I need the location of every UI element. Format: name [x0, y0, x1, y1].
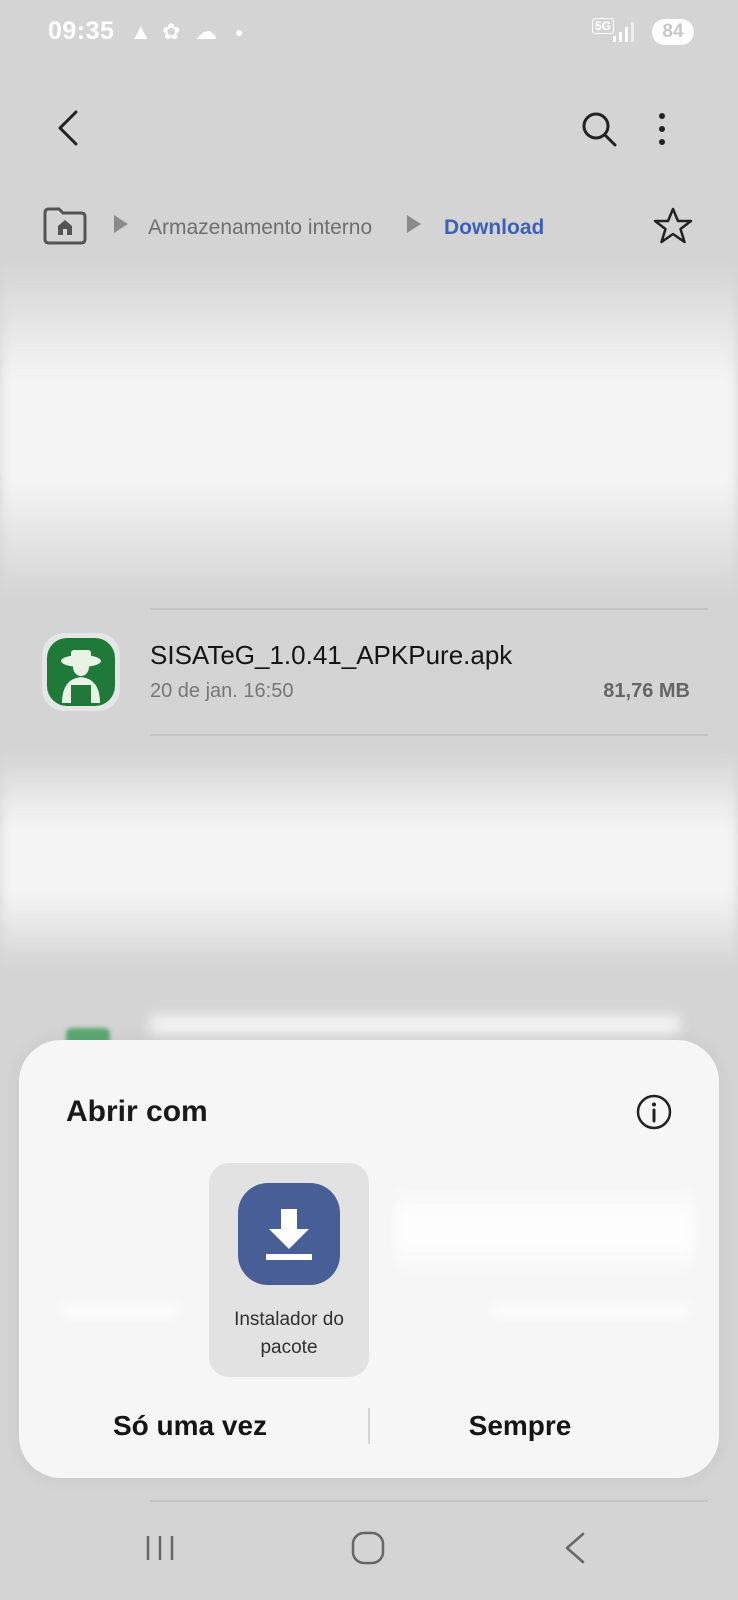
warning-icon: ▲	[130, 19, 152, 44]
back-button[interactable]	[44, 100, 92, 156]
file-icon-frame	[42, 633, 120, 711]
dot-icon: ●	[235, 24, 244, 40]
cloud-icon: ☁	[195, 19, 217, 44]
blurred-file-item	[0, 750, 738, 970]
file-date: 20 de jan. 16:50	[150, 680, 294, 702]
navigation-bar	[0, 1500, 738, 1600]
home-nav-icon	[351, 1531, 385, 1565]
breadcrumb-arrow-icon	[114, 215, 128, 233]
farmer-app-icon	[47, 638, 115, 706]
blurred-file-name	[150, 1010, 680, 1040]
always-button[interactable]: Sempre	[370, 1410, 670, 1442]
just-once-button[interactable]: Só uma vez	[40, 1410, 340, 1442]
recents-icon	[146, 1536, 174, 1560]
app-option-label: Instalador do pacote	[234, 1309, 344, 1358]
package-installer-icon	[238, 1183, 340, 1285]
download-icon	[266, 1209, 312, 1260]
search-icon	[582, 112, 617, 147]
status-bar: 09:35 ▲ ✿ ☁ ● 5G 84	[0, 0, 738, 66]
blurred-app-label	[60, 1300, 180, 1320]
breadcrumb-download[interactable]: Download	[444, 216, 544, 240]
home-nav-button[interactable]	[338, 1520, 398, 1576]
divider	[150, 734, 708, 736]
home-folder-icon	[43, 207, 87, 245]
file-size: 81,76 MB	[603, 680, 690, 702]
more-vert-icon	[659, 113, 665, 145]
star-icon	[653, 207, 693, 244]
search-button[interactable]	[574, 104, 624, 154]
divider	[150, 608, 708, 610]
network-badge: 5G	[592, 18, 615, 34]
breadcrumb-arrow-icon	[407, 215, 421, 233]
blurred-app-label	[490, 1300, 690, 1320]
battery-indicator: 84	[652, 19, 694, 45]
breadcrumb-internal-storage[interactable]: Armazenamento interno	[148, 216, 372, 240]
home-button[interactable]	[40, 205, 90, 245]
info-button[interactable]	[632, 1090, 676, 1134]
favorite-button[interactable]	[651, 204, 695, 248]
back-nav-button[interactable]	[545, 1520, 605, 1576]
back-arrow-icon	[58, 110, 78, 146]
blurred-app-icon	[395, 1180, 695, 1280]
chatgpt-icon: ✿	[162, 19, 181, 44]
recents-button[interactable]	[130, 1520, 190, 1576]
blurred-file-item	[0, 260, 738, 600]
back-nav-icon	[565, 1532, 585, 1564]
info-icon	[636, 1094, 672, 1130]
more-options-button[interactable]	[647, 104, 677, 154]
sheet-title: Abrir com	[66, 1095, 208, 1128]
file-name: SISATeG_1.0.41_APKPure.apk	[150, 640, 513, 670]
status-time: 09:35	[48, 17, 115, 45]
signal-icon	[613, 22, 634, 42]
